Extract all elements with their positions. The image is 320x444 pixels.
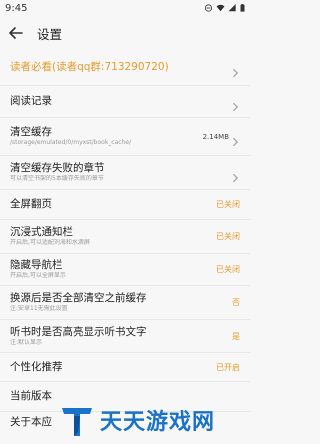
status-time: 9:45: [5, 2, 28, 14]
back-button[interactable]: [8, 25, 24, 41]
setting-text: 听书时是否高亮显示听书文字 注:默认显示: [10, 326, 228, 347]
setting-text: 清空缓存/storage/emulated/0/myxst/book_cache…: [10, 126, 199, 147]
setting-title: 全屏翻页: [10, 198, 52, 210]
setting-right: 是: [232, 331, 240, 342]
setting-text: 读者必看(读者qq群:713290720): [10, 61, 228, 74]
setting-title: 阅读记录: [10, 95, 52, 107]
setting-value[interactable]: 已关闭: [216, 231, 240, 242]
setting-value[interactable]: 已关闭: [216, 199, 240, 210]
setting-value[interactable]: 已开启: [216, 362, 240, 373]
setting-row-readers[interactable]: 读者必看(读者qq群:713290720): [0, 50, 250, 85]
setting-row-history[interactable]: 阅读记录: [0, 85, 250, 117]
setting-value[interactable]: 是: [232, 331, 240, 342]
status-icons: [204, 4, 245, 12]
dnd-icon: [204, 4, 213, 12]
setting-right: [232, 63, 240, 77]
setting-row-cache[interactable]: 清空缓存/storage/emulated/0/myxst/book_cache…: [0, 117, 250, 155]
setting-right: 已关闭: [216, 199, 240, 210]
setting-title: 清空缓存失败的章节: [10, 162, 105, 174]
chevron-right-icon: [232, 97, 240, 111]
setting-text: 隐藏导航栏 开启后,可以全屏显示: [10, 259, 212, 280]
setting-title: 沉浸式通知栏: [10, 226, 73, 238]
wifi-icon: [216, 4, 225, 12]
setting-title: 读者必看(读者qq群:713290720): [10, 61, 169, 73]
setting-row-fullscreen[interactable]: 全屏翻页 已关闭: [0, 189, 250, 219]
setting-subtitle: 开启后,可以全屏显示: [10, 272, 66, 279]
setting-row-failed[interactable]: 清空缓存失败的章节 可以清空书架的5本缓存失败的章节: [0, 155, 250, 189]
setting-right: [232, 97, 240, 111]
cache-size: 2.14MB: [202, 132, 229, 141]
watermark-logo-icon: [62, 408, 92, 436]
setting-subtitle: 注:安卓11无需此设置: [10, 305, 68, 312]
watermark-text: 天天游戏网: [100, 410, 216, 435]
signal-icon: [228, 4, 236, 12]
setting-right: 2.14MB: [202, 132, 240, 146]
setting-right: 已开启: [216, 362, 240, 373]
setting-row-navbar[interactable]: 隐藏导航栏 开启后,可以全屏显示 已关闭: [0, 253, 250, 285]
battery-icon: [240, 4, 245, 12]
setting-text: 个性化推荐: [10, 361, 212, 374]
setting-right: [232, 168, 240, 182]
chevron-right-icon: [232, 132, 240, 146]
setting-row-immersive[interactable]: 沉浸式通知栏 开启后,可以适配刘海和水滴屏 已关闭: [0, 219, 250, 253]
setting-subtitle: 可以清空书架的5本缓存失败的章节: [10, 175, 104, 182]
setting-title: 换源后是否全部清空之前缓存: [10, 292, 147, 304]
app-bar: 设置: [0, 16, 250, 50]
chevron-right-icon: [232, 63, 240, 77]
setting-value[interactable]: 否: [232, 297, 240, 308]
watermark: 天天游戏网: [60, 396, 250, 444]
setting-value[interactable]: 已关闭: [216, 264, 240, 275]
setting-title: 隐藏导航栏: [10, 259, 63, 271]
setting-subtitle: 开启后,可以适配刘海和水滴屏: [10, 239, 90, 246]
setting-text: 换源后是否全部清空之前缓存 注:安卓11无需此设置: [10, 292, 228, 313]
setting-text: 全屏翻页: [10, 198, 212, 211]
setting-title: 个性化推荐: [10, 360, 63, 373]
page-title: 设置: [37, 26, 63, 42]
setting-row-switch[interactable]: 换源后是否全部清空之前缓存 注:安卓11无需此设置否: [0, 285, 250, 319]
status-bar: 9:45: [0, 0, 250, 16]
setting-subtitle: /storage/emulated/0/myxst/book_cache/: [10, 139, 132, 146]
setting-right: 否: [232, 297, 240, 308]
setting-row-highlight[interactable]: 听书时是否高亮显示听书文字 注:默认显示是: [0, 319, 250, 352]
settings-list: 读者必看(读者qq群:713290720) 阅读记录清空缓存/storage/em…: [0, 50, 250, 433]
setting-title: 清空缓存: [10, 126, 52, 138]
setting-right: 已关闭: [216, 231, 240, 242]
chevron-right-icon: [232, 168, 240, 182]
setting-text: 沉浸式通知栏 开启后,可以适配刘海和水滴屏: [10, 226, 212, 247]
setting-row-recommend[interactable]: 个性化推荐 已开启: [0, 352, 250, 381]
setting-text: 阅读记录: [10, 95, 228, 108]
setting-right: 已关闭: [216, 264, 240, 275]
setting-title: 听书时是否高亮显示听书文字: [10, 325, 147, 338]
setting-subtitle: 注:默认显示: [10, 338, 43, 346]
back-arrow-icon: [9, 27, 23, 39]
setting-text: 清空缓存失败的章节 可以清空书架的5本缓存失败的章节: [10, 162, 228, 183]
